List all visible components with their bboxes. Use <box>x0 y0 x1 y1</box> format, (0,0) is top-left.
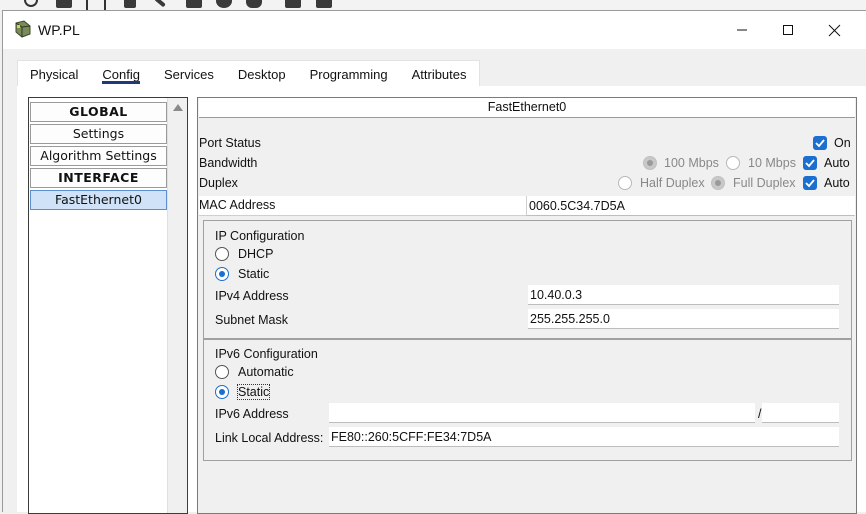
sidebar-item-fastethernet0[interactable]: FastEthernet0 <box>30 190 167 210</box>
mac-address-field[interactable]: 0060.5C34.7D5A <box>526 196 854 216</box>
complex-pdu-icon <box>316 0 332 8</box>
checkmark-icon <box>805 179 815 188</box>
ipv6-prefix-field[interactable] <box>762 403 839 423</box>
tab-bar: Physical Config Services Desktop Program… <box>17 60 480 87</box>
link-local-address-field[interactable]: FE80::260:5CFF:FE34:7D5A <box>329 427 839 447</box>
subnet-mask-label: Subnet Mask <box>215 313 288 327</box>
line-icon <box>154 0 166 8</box>
maximize-icon <box>783 25 793 35</box>
ipv4-address-label: IPv4 Address <box>215 289 289 303</box>
dhcp-label: DHCP <box>238 247 274 261</box>
bandwidth-100-label: 100 Mbps <box>664 156 719 170</box>
sidebar: GLOBAL Settings Algorithm Settings INTER… <box>28 97 188 514</box>
config-content: GLOBAL Settings Algorithm Settings INTER… <box>17 86 866 514</box>
tab-config[interactable]: Config <box>90 61 152 87</box>
note-icon <box>124 0 136 8</box>
interface-panel: FastEthernet0 Port Status On Bandwidth 1… <box>197 97 857 514</box>
ipv6-automatic-label: Automatic <box>238 365 294 379</box>
device-app-icon <box>15 20 31 38</box>
mac-address-label: MAC Address <box>199 198 276 212</box>
ipv4-static-radio[interactable] <box>215 267 229 281</box>
minimize-button[interactable] <box>719 15 765 45</box>
close-icon <box>828 24 840 36</box>
tab-programming[interactable]: Programming <box>298 61 400 87</box>
bandwidth-10-radio[interactable] <box>726 156 740 170</box>
full-duplex-label: Full Duplex <box>733 176 796 190</box>
delete-icon <box>56 0 72 8</box>
ipv6-address-label: IPv6 Address <box>215 407 289 421</box>
ipv4-static-label: Static <box>238 267 270 281</box>
bandwidth-10-label: 10 Mbps <box>748 156 796 170</box>
ipv6-static-radio[interactable] <box>215 385 229 399</box>
port-status-label: Port Status <box>199 136 261 150</box>
sidebar-header-interface: INTERFACE <box>30 168 167 188</box>
tab-physical[interactable]: Physical <box>18 61 90 87</box>
ipv6-static-label: Static <box>236 384 271 400</box>
device-window: WP.PL Physical Config Services Desktop P… <box>2 10 866 514</box>
ipv6-automatic-radio[interactable] <box>215 365 229 379</box>
checkmark-icon <box>805 159 815 168</box>
duplex-auto-label: Auto <box>824 176 850 190</box>
sidebar-item-algorithm-settings[interactable]: Algorithm Settings <box>30 146 167 166</box>
ipv4-address-field[interactable]: 10.40.0.3 <box>528 285 839 305</box>
bandwidth-auto-label: Auto <box>824 156 850 170</box>
bandwidth-100-radio[interactable] <box>643 156 657 170</box>
window-title: WP.PL <box>38 22 80 38</box>
sidebar-item-settings[interactable]: Settings <box>30 124 167 144</box>
checkmark-icon <box>815 139 825 148</box>
tab-attributes[interactable]: Attributes <box>400 61 479 87</box>
minimize-icon <box>737 29 747 31</box>
interface-title: FastEthernet0 <box>199 98 855 118</box>
port-status-checkbox[interactable] <box>813 136 827 150</box>
ellipse-icon <box>216 0 232 8</box>
tab-desktop[interactable]: Desktop <box>226 61 298 87</box>
subnet-mask-field[interactable]: 255.255.255.0 <box>528 309 839 329</box>
tab-services[interactable]: Services <box>152 61 226 87</box>
freeform-icon <box>246 0 262 8</box>
link-local-label: Link Local Address: <box>215 431 324 445</box>
duplex-label: Duplex <box>199 176 238 190</box>
scroll-up-icon[interactable] <box>173 104 183 111</box>
half-duplex-radio[interactable] <box>618 176 632 190</box>
rectangle-icon <box>186 0 202 8</box>
bandwidth-auto-checkbox[interactable] <box>803 156 817 170</box>
bandwidth-label: Bandwidth <box>199 156 258 170</box>
half-duplex-label: Half Duplex <box>640 176 705 190</box>
port-status-on-label: On <box>834 136 851 150</box>
ipv6-address-field[interactable] <box>329 403 755 423</box>
ipv6-prefix-separator: / <box>758 407 762 421</box>
search-icon <box>24 0 38 7</box>
sidebar-scrollbar[interactable] <box>167 98 187 513</box>
select-icon <box>86 0 106 10</box>
pdu-icon <box>285 0 301 8</box>
sidebar-header-global: GLOBAL <box>30 102 167 122</box>
title-bar: WP.PL <box>3 11 866 49</box>
maximize-button[interactable] <box>765 15 811 45</box>
duplex-auto-checkbox[interactable] <box>803 176 817 190</box>
ipv6-config-title: IPv6 Configuration <box>215 347 318 361</box>
dhcp-radio[interactable] <box>215 247 229 261</box>
close-button[interactable] <box>811 15 857 45</box>
full-duplex-radio[interactable] <box>711 176 725 190</box>
ip-config-title: IP Configuration <box>215 229 305 243</box>
background-toolbar-strip <box>0 0 866 10</box>
